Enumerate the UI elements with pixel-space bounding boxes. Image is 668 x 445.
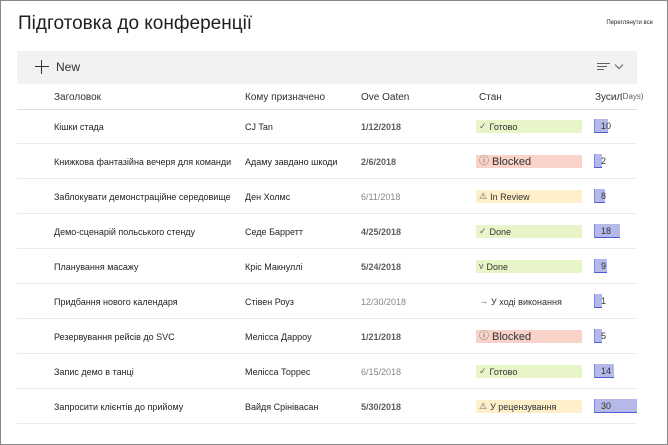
row-title[interactable]: Демо-сценарій польського стенду	[54, 215, 195, 249]
row-due-date: 5/24/2018	[361, 262, 402, 272]
check-icon: ✓	[479, 121, 487, 131]
view-options-icon	[597, 62, 610, 72]
effort-value: 1	[601, 296, 607, 306]
effort-bar: 9	[594, 259, 607, 273]
status-badge: v Done	[476, 260, 582, 273]
effort-value: 5	[601, 331, 607, 341]
status-badge: ⚠ In Review	[476, 190, 582, 203]
status-label: Готово	[489, 366, 518, 377]
effort-value: 9	[601, 261, 607, 271]
table-row[interactable]: Кішки стада CJ Tan 1/12/2018 ✓ Готово 10	[17, 110, 637, 144]
row-title[interactable]: Кішки стада	[54, 110, 104, 144]
blocked-icon: ⓘ	[479, 155, 489, 167]
row-title[interactable]: Книжкова фантазійна вечеря для команди	[54, 145, 231, 179]
row-assigned-to: Стівен Роуз	[245, 297, 294, 307]
row-assigned-to: Кріс Макнуллі	[245, 262, 303, 272]
effort-bar: 1	[594, 294, 606, 308]
effort-value: 2	[601, 156, 607, 166]
status-label: Готово	[489, 121, 518, 132]
status-badge: → У ході виконання	[476, 295, 582, 308]
effort-bar: 8	[594, 189, 607, 203]
status-badge: ⓘ Blocked	[476, 155, 582, 168]
column-header-status[interactable]: Стан	[479, 92, 502, 103]
see-all-link[interactable]: Переглянути все	[606, 20, 653, 26]
row-title[interactable]: Запис демо в танці	[54, 355, 134, 389]
row-due-date: 6/15/2018	[361, 367, 402, 377]
row-due-date: 2/6/2018	[361, 157, 397, 167]
effort-bar: 30	[594, 399, 637, 413]
check-icon: v	[479, 261, 484, 271]
status-label: Blocked	[492, 330, 532, 343]
page-title: Підготовка до конференції	[18, 13, 253, 34]
status-label: Done	[489, 226, 512, 237]
row-assigned-to: Вайдя Срінівасан	[245, 402, 319, 412]
check-icon: ✓	[479, 226, 487, 236]
status-label: Blocked	[492, 155, 532, 168]
arrow-right-icon: →	[479, 296, 488, 306]
blocked-icon: ⓘ	[479, 330, 489, 342]
row-title[interactable]: Запросити клієнтів до прийому	[54, 390, 183, 424]
warning-icon: ⚠	[479, 401, 488, 411]
column-header-effort-unit: (Days)	[620, 92, 644, 101]
effort-value: 8	[601, 191, 607, 201]
row-title[interactable]: Резервування рейсів до SVC	[54, 320, 175, 354]
list-web-part: Підготовка до конференції Переглянути вс…	[0, 0, 668, 445]
effort-bar: 14	[594, 364, 614, 378]
row-due-date: 4/25/2018	[361, 227, 402, 237]
effort-value: 10	[601, 121, 612, 131]
row-assigned-to: Мелісса Торрес	[245, 367, 311, 377]
view-options-button[interactable]	[597, 58, 631, 76]
row-assigned-to: Седе Барретт	[245, 227, 303, 237]
table-row[interactable]: Демо-сценарій польського стенду Седе Барр…	[17, 215, 637, 249]
table-row[interactable]: Заблокувати демонстраційне середовище Ден…	[17, 180, 637, 214]
column-header-date[interactable]: Ove Oaten	[361, 92, 409, 103]
status-badge: ⓘ Blocked	[476, 330, 582, 343]
status-label: У ході виконання	[491, 296, 562, 307]
status-label: У рецензування	[490, 401, 557, 412]
effort-value: 14	[601, 366, 612, 376]
status-badge: ⚠ У рецензування	[476, 400, 582, 413]
row-title[interactable]: Заблокувати демонстраційне середовище	[54, 180, 231, 214]
row-assigned-to: Адаму завдано шкоди	[245, 157, 338, 167]
effort-value: 18	[601, 226, 612, 236]
column-header-assigned[interactable]: Кому призначено	[245, 92, 325, 103]
column-header-effort[interactable]: Зусил	[595, 92, 622, 103]
status-badge: ✓ Готово	[476, 365, 582, 378]
table-row[interactable]: Резервування рейсів до SVC Мелісса Даррoу…	[17, 320, 637, 354]
check-icon: ✓	[479, 366, 487, 376]
row-assigned-to: Мелісса Даррoу	[245, 332, 312, 342]
effort-value: 30	[601, 401, 612, 411]
table-row[interactable]: Придбання нового календаря Стівен Роуз 12/…	[17, 285, 637, 319]
status-label: Done	[486, 261, 509, 272]
table-row[interactable]: Планування масажу Кріс Макнуллі 5/24/2018 v…	[17, 250, 637, 284]
chevron-down-icon	[614, 60, 624, 70]
row-assigned-to: Ден Холмс	[245, 192, 291, 202]
new-item-button[interactable]: New	[35, 57, 80, 77]
row-due-date: 6/11/2018	[361, 192, 401, 202]
status-badge: ✓ Готово	[476, 120, 582, 133]
row-due-date: 5/30/2018	[361, 402, 402, 412]
effort-bar: 10	[594, 119, 612, 133]
row-due-date: 12/30/2018	[361, 297, 407, 307]
effort-bar: 5	[594, 329, 606, 343]
table-row[interactable]: Запросити клієнтів до прийому Вайдя Сріні…	[17, 390, 637, 424]
row-due-date: 1/12/2018	[361, 122, 402, 132]
status-badge: ✓ Done	[476, 225, 582, 238]
status-label: In Review	[490, 191, 530, 202]
command-bar: New	[17, 51, 637, 84]
row-title[interactable]: Планування масажу	[54, 250, 139, 284]
table-row[interactable]: Запис демо в танці Мелісса Торрес 6/15/201…	[17, 355, 637, 389]
row-assigned-to: CJ Tan	[245, 122, 273, 132]
effort-bar: 18	[594, 224, 620, 238]
effort-bar: 2	[594, 154, 606, 168]
row-title[interactable]: Придбання нового календаря	[54, 285, 178, 319]
column-header-title[interactable]: Заголовок	[54, 92, 101, 103]
warning-icon: ⚠	[479, 191, 488, 201]
new-button-label: New	[56, 60, 81, 74]
plus-icon	[35, 60, 49, 74]
table-row[interactable]: Книжкова фантазійна вечеря для команди Ад…	[17, 145, 637, 179]
row-due-date: 1/21/2018	[361, 332, 402, 342]
